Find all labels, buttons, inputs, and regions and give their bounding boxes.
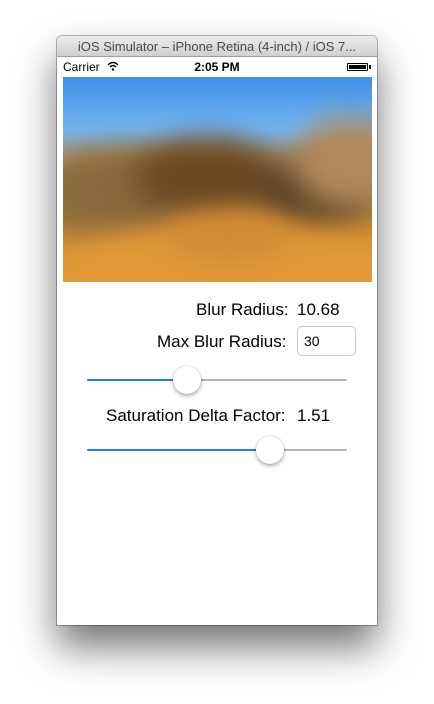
saturation-value: 1.51	[297, 406, 331, 425]
max-blur-radius-label: Max Blur Radius:	[157, 332, 287, 351]
saturation-slider[interactable]	[87, 435, 347, 465]
simulator-window: iOS Simulator – iPhone Retina (4-inch) /…	[57, 36, 377, 625]
battery-icon	[347, 63, 368, 71]
blur-slider-min-track	[87, 379, 187, 381]
blur-radius-label: Blur Radius:	[196, 300, 289, 319]
window-title: iOS Simulator – iPhone Retina (4-inch) /…	[77, 39, 357, 54]
blur-radius-slider[interactable]	[87, 365, 347, 395]
saturation-slider-min-track	[87, 449, 270, 451]
blur-radius-value: 10.68	[297, 300, 340, 319]
max-blur-radius-field[interactable]: 30	[297, 326, 356, 356]
saturation-label: Saturation Delta Factor:	[106, 406, 286, 425]
window-title-bar[interactable]: iOS Simulator – iPhone Retina (4-inch) /…	[57, 36, 377, 57]
status-bar: Carrier 2:05 PM	[57, 57, 377, 77]
battery-tip	[369, 65, 371, 69]
blur-slider-max-track	[187, 379, 347, 381]
blur-slider-thumb[interactable]	[173, 366, 201, 394]
status-time: 2:05 PM	[194, 60, 240, 74]
blurred-image	[63, 77, 372, 282]
saturation-slider-thumb[interactable]	[256, 436, 284, 464]
